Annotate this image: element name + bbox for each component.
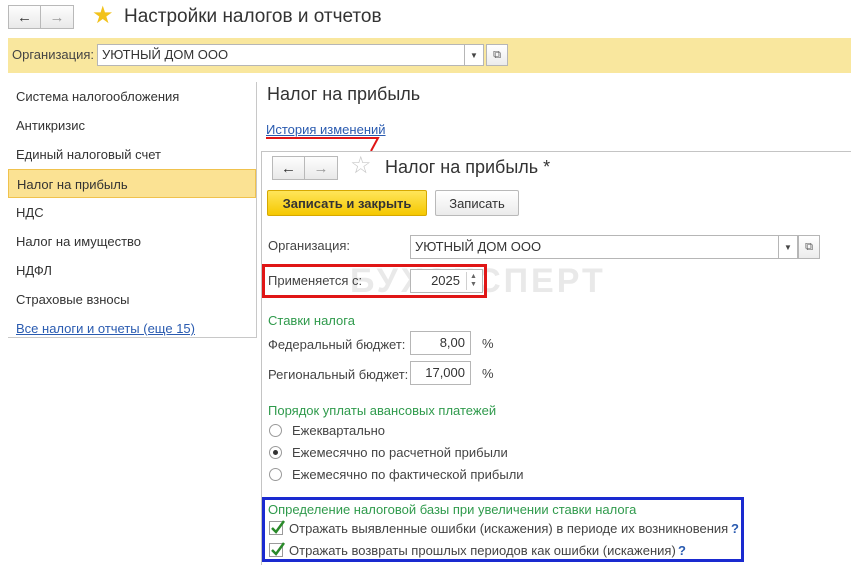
radio-monthly-actual-label[interactable]: Ежемесячно по фактической прибыли [292,467,524,482]
radio-quarterly[interactable] [269,424,282,437]
history-nav: ← → [8,5,74,29]
radio-monthly-actual[interactable] [269,468,282,481]
page-title: Настройки налогов и отчетов [124,6,382,27]
sidebar-item-vat[interactable]: НДС [8,198,256,227]
federal-budget-field[interactable]: 8,00 [410,331,471,355]
sidebar-item-profit-tax[interactable]: Налог на прибыль [8,169,256,198]
sidebar-item-insurance[interactable]: Страховые взносы [8,285,256,314]
organization-open-button[interactable]: ⧉ [486,44,508,66]
regional-budget-field[interactable]: 17,000 [410,361,471,385]
arrow-left-icon: ← [281,159,296,177]
arrow-right-icon: → [313,159,329,177]
form-title: Налог на прибыль * [385,157,551,177]
form-back-button[interactable]: ← [272,156,305,180]
save-button[interactable]: Записать [435,190,519,216]
regional-percent-label: % [482,366,494,381]
form-forward-button[interactable]: → [305,156,338,180]
sidebar-all-taxes-link-row: Все налоги и отчеты (еще 15) [8,314,256,343]
radio-monthly-estimated[interactable] [269,446,282,459]
sidebar: Система налогообложения Антикризис Едины… [8,82,257,338]
open-window-icon: ⧉ [805,240,813,253]
chevron-down-icon: ▼ [470,50,478,60]
section-title: Налог на прибыль [267,84,421,104]
favorite-star-icon[interactable]: ★ [92,3,114,29]
red-highlight-box [262,264,487,298]
sidebar-item-single-tax-account[interactable]: Единый налоговый счет [8,140,256,169]
regional-budget-label: Региональный бюджет: [268,367,409,382]
form-organization-field[interactable]: УЮТНЫЙ ДОМ ООО [410,235,779,259]
form-history-nav: ← → [272,156,338,180]
sidebar-item-anticrisis[interactable]: Антикризис [8,111,256,140]
arrow-left-icon: ← [17,8,32,26]
red-annotation-stroke [266,137,380,152]
organization-dropdown-button[interactable]: ▼ [464,44,484,66]
federal-percent-label: % [482,336,494,351]
federal-budget-label: Федеральный бюджет: [268,337,406,352]
forward-button[interactable]: → [41,5,74,29]
save-and-close-button[interactable]: Записать и закрыть [267,190,427,216]
organization-label: Организация: [12,47,95,62]
advance-payments-heading: Порядок уплаты авансовых платежей [268,403,497,418]
all-taxes-link[interactable]: Все налоги и отчеты (еще 15) [16,321,195,336]
open-window-icon: ⧉ [493,48,501,61]
sidebar-item-tax-system[interactable]: Система налогообложения [8,82,256,111]
sidebar-item-property-tax[interactable]: Налог на имущество [8,227,256,256]
blue-highlight-box [262,497,744,562]
back-button[interactable]: ← [8,5,41,29]
chevron-down-icon: ▼ [784,242,792,252]
radio-monthly-estimated-label[interactable]: Ежемесячно по расчетной прибыли [292,445,508,460]
radio-quarterly-label[interactable]: Ежеквартально [292,423,385,438]
organization-field[interactable]: УЮТНЫЙ ДОМ ООО [97,44,465,66]
form-organization-label: Организация: [268,238,351,253]
sidebar-item-ndfl[interactable]: НДФЛ [8,256,256,285]
form-favorite-star-icon[interactable]: ☆ [350,153,372,179]
rates-heading: Ставки налога [268,313,355,328]
form-organization-dropdown-button[interactable]: ▼ [778,235,798,259]
arrow-right-icon: → [49,8,65,26]
form-organization-open-button[interactable]: ⧉ [798,235,820,259]
